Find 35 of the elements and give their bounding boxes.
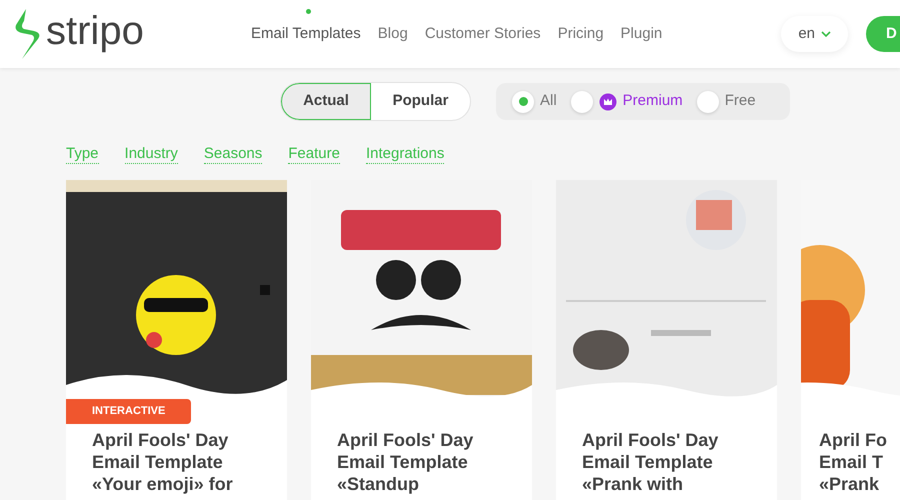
radio-label: Free (724, 91, 756, 112)
sort-tab[interactable]: Popular (371, 83, 470, 120)
card-title-line: «Prank (819, 473, 880, 495)
radio-label: Premium (622, 91, 683, 112)
logo-text: stripo (46, 11, 144, 55)
card-title-line: «Prank with (582, 473, 684, 495)
interactive-badge: INTERACTIVE (66, 399, 192, 424)
template-card[interactable]: April Fools' Day Email Template «Standup (311, 180, 532, 500)
radio-button[interactable] (512, 90, 534, 112)
card-title-line: «Your emoji» for (92, 473, 234, 495)
language-selector[interactable]: en (781, 16, 848, 52)
radio-button[interactable] (570, 90, 593, 112)
template-card[interactable]: April Fools' Day Email Template «Prank with (556, 180, 777, 500)
cta-button[interactable]: D (866, 16, 900, 52)
radio-label: All (540, 91, 557, 112)
card-title-line: April Fools' Day (337, 429, 474, 451)
radio-button[interactable] (696, 90, 719, 112)
card-title-line: Email Template (582, 451, 714, 473)
nav-link[interactable]: Plugin (620, 22, 662, 46)
nav-link[interactable]: Email Templates (251, 22, 361, 46)
chevron-down-icon (821, 31, 831, 37)
nav-link[interactable]: Pricing (558, 22, 604, 46)
card-title-line: April Fools' Day (92, 429, 230, 451)
sort-tab[interactable]: Actual (281, 83, 371, 120)
crown-icon (598, 92, 617, 110)
card-title-line: April Fools' Day (582, 429, 720, 451)
card-title-line: Email Template (92, 451, 224, 473)
card-title-line: «Standup (337, 473, 420, 495)
template-card[interactable]: INTERACTIVE April Fools' Day Email Template «Your emoji» for (66, 180, 287, 500)
nav-link[interactable]: Customer Stories (424, 22, 541, 46)
nav-link[interactable]: Blog (378, 22, 408, 46)
card-title-line: Email T (819, 451, 884, 473)
card-title-line: Email Template (337, 451, 469, 473)
card-title-line: April Fo (819, 429, 888, 451)
template-card[interactable]: April Fo Email T «Prank (801, 180, 900, 500)
